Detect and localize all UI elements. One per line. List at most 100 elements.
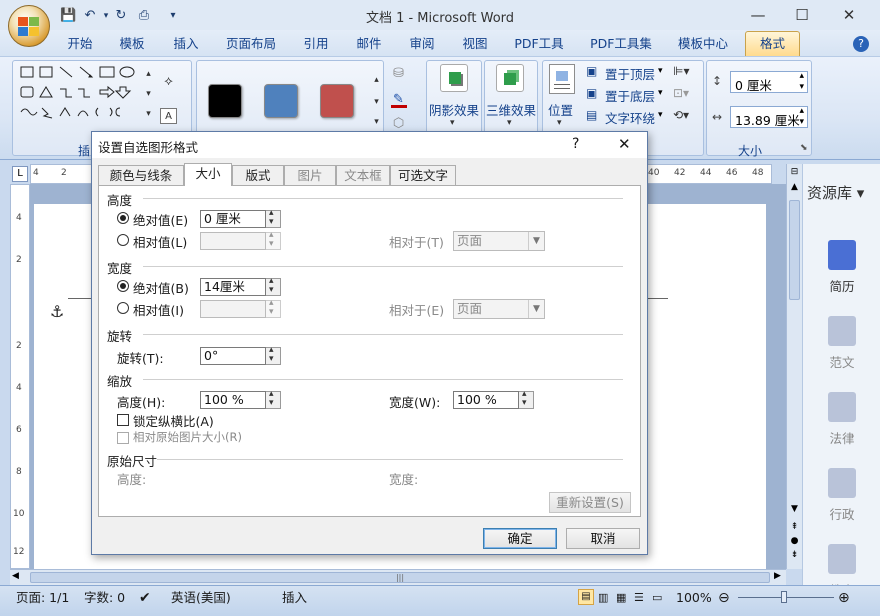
outline-view-icon[interactable]: ☰ [634,589,644,607]
scroll-thumb[interactable] [789,200,800,300]
tab-review[interactable]: 审阅 [406,34,438,54]
tab-format[interactable]: 格式 [745,31,800,57]
previous-page-icon[interactable]: ⇞ [787,522,802,532]
help-icon[interactable]: ? [853,36,869,52]
proofing-icon[interactable]: ✔ [139,589,151,607]
close-button[interactable]: ✕ [838,6,860,24]
browse-object-icon[interactable]: ● [787,536,802,546]
zoom-slider-thumb[interactable] [781,591,787,603]
width-absolute-input[interactable]: 14厘米 [200,278,266,296]
text-wrap-icon[interactable]: ▤ [586,108,597,122]
height-absolute-input[interactable]: 0 厘米 [200,210,266,228]
lock-aspect-checkbox[interactable] [117,414,129,426]
shadow-effect-icon[interactable] [440,64,468,92]
horizontal-scrollbar[interactable]: ◀ ||| ▶ [10,569,786,585]
redo-icon[interactable]: ↻ [113,8,129,24]
print-icon[interactable]: ⎙ [136,8,152,24]
tab-size[interactable]: 大小 [184,163,232,186]
zoom-out-icon[interactable]: ⊖ [718,589,730,607]
scale-width-input[interactable]: 100 % [453,391,519,409]
zoom-level[interactable]: 100% [676,589,712,607]
tab-home[interactable]: 开始 [64,34,96,54]
resource-panel-title[interactable]: 资源库 ▾ [807,182,864,203]
text-wrap-label[interactable]: 文字环绕 [605,108,655,127]
width-absolute-radio[interactable] [117,280,129,292]
position-icon[interactable] [549,64,575,94]
styles-more-icon[interactable]: ▾ [368,114,385,130]
bring-front-label[interactable]: 置于顶层 [605,64,655,83]
undo-icon[interactable]: ↶ [82,8,98,24]
width-relative-label[interactable]: 相对值(I) [133,300,184,319]
style-swatch-red[interactable] [320,84,354,118]
tab-page-layout[interactable]: 页面布局 [224,34,278,54]
style-swatch-black[interactable] [208,84,242,118]
cancel-button[interactable]: 取消 [566,528,640,549]
page-count[interactable]: 页面: 1/1 [16,589,69,607]
tab-view[interactable]: 视图 [459,34,491,54]
height-spinner-icon[interactable]: ▴ ▾ [799,71,804,93]
maximize-button[interactable]: ☐ [791,6,813,24]
tab-pdf-tools[interactable]: PDF工具 [511,34,567,54]
threed-effect-label[interactable]: 三维效果 [484,100,538,119]
send-back-label[interactable]: 置于底层 [605,86,655,105]
tab-pdf-toolset[interactable]: PDF工具集 [586,34,656,54]
styles-up-icon[interactable]: ▴ [368,72,385,88]
align-icon[interactable]: ⊫▾ [673,64,689,78]
vertical-ruler[interactable]: 4 2 2 4 6 8 10 12 [10,184,30,569]
shadow-effect-label[interactable]: 阴影效果 [428,100,480,119]
tab-colors-lines[interactable]: 颜色与线条 [98,165,184,185]
height-absolute-radio[interactable] [117,212,129,224]
width-absolute-spinner[interactable] [266,276,281,296]
shape-height-input[interactable]: 0 厘米 ▴ ▾ [730,71,808,93]
position-label[interactable]: 位置 [548,100,573,119]
gallery-more-icon[interactable]: ▾ [140,106,157,122]
send-back-dropdown-icon[interactable]: ▾ [658,88,663,98]
edit-shape-icon[interactable]: ⟡ [160,74,177,90]
tab-selector[interactable]: L [12,166,28,182]
style-swatch-blue[interactable] [264,84,298,118]
rotate-input[interactable]: 0° [200,347,266,365]
zoom-in-icon[interactable]: ⊕ [838,589,850,607]
tab-mailings[interactable]: 邮件 [353,34,385,54]
position-dropdown-icon[interactable]: ▾ [557,118,562,128]
tab-template-center[interactable]: 模板中心 [675,34,731,54]
fill-bucket-icon[interactable]: ⛁ [390,66,407,82]
width-absolute-label[interactable]: 绝对值(B) [133,278,189,297]
full-screen-reading-icon[interactable]: ▥ [598,589,608,607]
scale-height-spinner[interactable] [266,389,281,409]
scroll-up-icon[interactable]: ▲ [787,182,802,196]
office-button[interactable] [8,5,50,47]
lock-aspect-label[interactable]: 锁定纵横比(A) [133,411,214,430]
insert-mode-status[interactable]: 插入 [282,589,307,607]
tab-insert[interactable]: 插入 [170,34,202,54]
size-dialog-launcher-icon[interactable]: ⬊ [800,143,808,153]
shape-width-input[interactable]: 13.89 厘米 ▴ ▾ [730,106,808,128]
text-box-icon[interactable]: A [160,108,177,124]
shadow-dropdown-icon[interactable]: ▾ [450,118,455,128]
tab-alt-text[interactable]: 可选文字 [390,165,456,185]
rotate-icon[interactable]: ⟲▾ [673,108,689,122]
resource-item-sample[interactable]: 范文 [803,316,880,371]
height-absolute-label[interactable]: 绝对值(E) [133,210,188,229]
dialog-help-icon[interactable]: ? [572,136,579,152]
width-spinner-icon[interactable]: ▴ ▾ [799,106,804,128]
hscroll-thumb[interactable]: ||| [30,572,770,583]
dialog-close-button[interactable]: ✕ [618,135,631,153]
view-ruler-toggle-icon[interactable]: ⊟ [787,164,802,180]
threed-effect-icon[interactable] [496,64,524,92]
styles-down-icon[interactable]: ▾ [368,94,385,110]
draft-view-icon[interactable]: ▭ [652,589,662,607]
scale-width-spinner[interactable] [519,389,534,409]
tab-references[interactable]: 引用 [300,34,332,54]
customize-quick-access-icon[interactable]: ▾ [165,8,181,24]
gallery-up-icon[interactable]: ▴ [140,66,157,82]
width-relative-radio[interactable] [117,302,129,314]
gallery-down-icon[interactable]: ▾ [140,86,157,102]
language-status[interactable]: 英语(美国) [171,589,231,607]
resource-item-admin[interactable]: 行政 [803,468,880,523]
shape-gallery[interactable] [18,64,150,126]
save-icon[interactable]: 💾 [60,8,76,24]
print-layout-view-icon[interactable]: ▤ [578,589,594,605]
height-relative-label[interactable]: 相对值(L) [133,232,187,251]
resource-item-resume[interactable]: 简历 [803,240,880,295]
